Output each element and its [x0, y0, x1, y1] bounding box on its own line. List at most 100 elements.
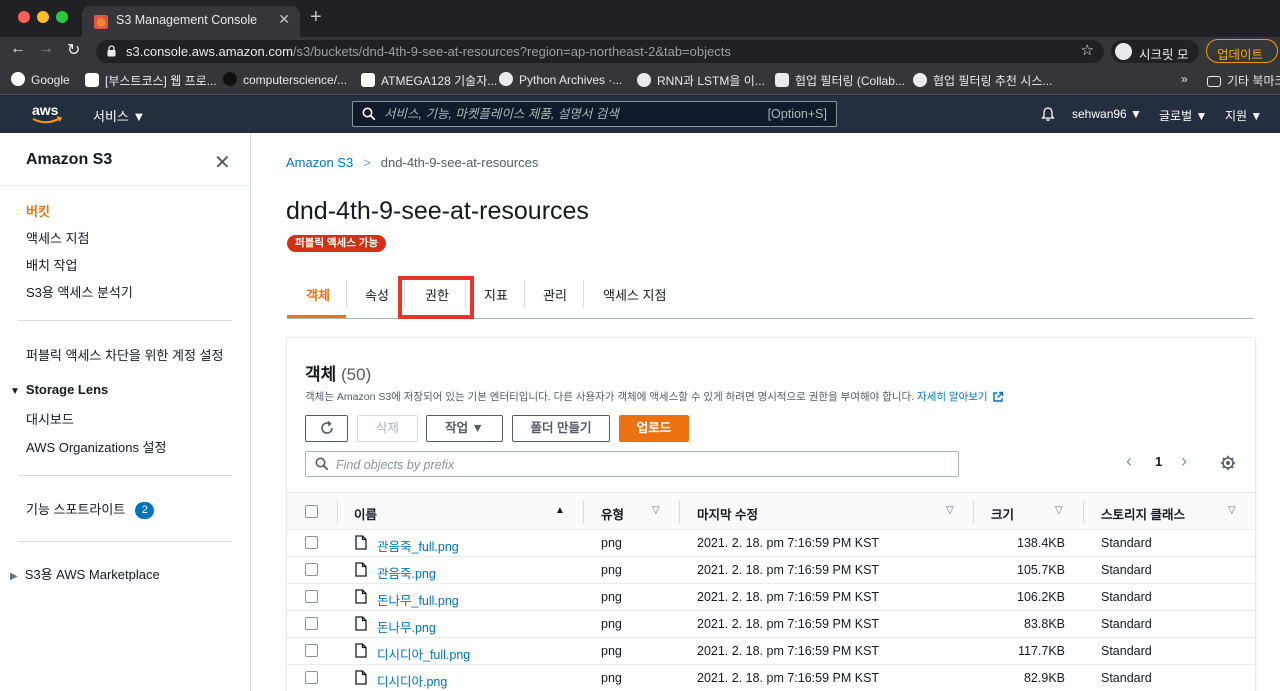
new-tab-icon[interactable]: + — [310, 6, 322, 29]
sidebar-section-storage-lens[interactable]: ▼ Storage Lens — [10, 382, 108, 397]
browser-tab-strip: S3 Management Console ✕ + — [0, 0, 1280, 37]
bookmarks-overflow-icon[interactable]: » — [1181, 72, 1188, 86]
bookmark-item[interactable]: [부스트코스] 웹 프로... — [85, 72, 217, 89]
row-checkbox[interactable] — [305, 563, 318, 576]
gear-icon[interactable] — [1220, 455, 1236, 471]
sort-icon[interactable]: ▽ — [652, 505, 660, 516]
close-window-button[interactable] — [18, 11, 30, 23]
d-icon — [775, 73, 789, 87]
object-name-link[interactable]: 돈나무.png — [377, 617, 436, 636]
object-name-link[interactable]: 관음죽.png — [377, 563, 436, 582]
forward-arrow-icon[interactable]: → — [38, 40, 54, 58]
delete-button[interactable]: 삭제 — [357, 415, 418, 442]
object-name-link[interactable]: 디시디아.png — [377, 671, 447, 690]
column-header-type[interactable]: 유형 — [601, 504, 624, 523]
aws-top-nav: aws 서비스 ▼ [Option+S] sehwan96 ▼ 글로벌 ▼ 지원… — [0, 95, 1280, 133]
object-name-link[interactable]: 관음죽_full.png — [377, 536, 459, 555]
support-menu[interactable]: 지원 ▼ — [1225, 107, 1262, 124]
table-row[interactable]: 돈나무_full.png png 2021. 2. 18. pm 7:16:59 P… — [287, 584, 1255, 611]
close-icon[interactable]: ✕ — [214, 150, 231, 175]
object-last-modified: 2021. 2. 18. pm 7:16:59 PM KST — [697, 671, 880, 685]
row-checkbox[interactable] — [305, 644, 318, 657]
sort-ascending-icon[interactable]: ▲ — [555, 505, 565, 516]
active-tab-indicator — [287, 315, 346, 318]
sidebar-item-feature-spotlight[interactable]: 기능 스포트라이트 2 — [26, 499, 155, 519]
maximize-window-button[interactable] — [56, 11, 68, 23]
bookmark-item[interactable]: ATMEGA128 기술자... — [361, 72, 497, 89]
sidebar-item-access-analyzer[interactable]: S3용 액세스 분석기 — [26, 282, 133, 301]
row-checkbox[interactable] — [305, 617, 318, 630]
reload-icon[interactable]: ↻ — [67, 40, 80, 60]
column-header-storage-class[interactable]: 스토리지 클래스 — [1101, 504, 1185, 523]
table-row[interactable]: 관음죽_full.png png 2021. 2. 18. pm 7:16:59 P… — [287, 530, 1255, 557]
region-menu[interactable]: 글로벌 ▼ — [1159, 107, 1207, 124]
tab-metrics[interactable]: 지표 — [484, 285, 508, 304]
learn-more-link[interactable]: 자세히 알아보기 — [917, 391, 988, 403]
chevron-right-icon[interactable]: › — [1181, 451, 1187, 472]
actions-button[interactable]: 작업 ▼ — [426, 415, 503, 442]
tab-access-points[interactable]: 액세스 지점 — [603, 285, 666, 304]
account-menu[interactable]: sehwan96 ▼ — [1072, 107, 1142, 121]
breadcrumb-link-s3[interactable]: Amazon S3 — [286, 155, 353, 170]
sort-icon[interactable]: ▽ — [946, 505, 954, 516]
sidebar-item-dashboards[interactable]: 대시보드 — [26, 409, 74, 428]
sidebar-item-block-public-access[interactable]: 퍼블릭 액세스 차단을 위한 계정 설정 — [26, 345, 223, 364]
services-menu[interactable]: 서비스 ▼ — [93, 106, 145, 125]
object-last-modified: 2021. 2. 18. pm 7:16:59 PM KST — [697, 644, 880, 658]
row-checkbox[interactable] — [305, 671, 318, 684]
back-arrow-icon[interactable]: ← — [10, 40, 26, 58]
browser-tab[interactable]: S3 Management Console ✕ — [82, 6, 300, 37]
table-row[interactable]: 관음죽.png png 2021. 2. 18. pm 7:16:59 PM KST… — [287, 557, 1255, 584]
bookmark-item[interactable]: computerscience/... — [223, 72, 347, 87]
refresh-button[interactable] — [305, 415, 348, 442]
bookmark-star-icon[interactable]: ☆ — [1081, 41, 1094, 59]
column-header-last-modified[interactable]: 마지막 수정 — [697, 504, 758, 523]
sidebar-item-batch-operations[interactable]: 배치 작업 — [26, 255, 77, 274]
url-field[interactable]: s3.console.aws.amazon.com/s3/buckets/dnd… — [96, 40, 1104, 63]
bell-icon[interactable] — [1040, 106, 1056, 122]
bookmark-item[interactable]: Python Archives ·... — [499, 72, 622, 87]
table-row[interactable]: 디시디아.png png 2021. 2. 18. pm 7:16:59 PM KS… — [287, 665, 1255, 691]
bookmark-item[interactable]: RNN과 LSTM을 이... — [637, 72, 765, 89]
mc-icon — [361, 73, 375, 87]
sort-icon[interactable]: ▽ — [1228, 505, 1236, 516]
sidebar-item-access-points[interactable]: 액세스 지점 — [26, 228, 89, 247]
console-search-input[interactable] — [384, 105, 754, 123]
sort-icon[interactable]: ▽ — [1055, 505, 1063, 516]
create-folder-button[interactable]: 폴더 만들기 — [512, 415, 610, 442]
other-bookmarks[interactable]: 기타 북마크 — [1207, 72, 1280, 89]
aws-logo-icon[interactable]: aws — [31, 101, 63, 127]
table-row[interactable]: 돈나무.png png 2021. 2. 18. pm 7:16:59 PM KST… — [287, 611, 1255, 638]
bookmark-item[interactable]: 협업 필터링 (Collab... — [775, 72, 905, 89]
tab-properties[interactable]: 속성 — [365, 285, 389, 304]
update-label: 업데이트 — [1217, 48, 1264, 62]
tab-management[interactable]: 관리 — [543, 285, 567, 304]
table-row[interactable]: 디시디아_full.png png 2021. 2. 18. pm 7:16:59 … — [287, 638, 1255, 665]
caret-down-icon: ▼ — [10, 386, 20, 397]
row-checkbox[interactable] — [305, 536, 318, 549]
bookmark-item[interactable]: Google — [11, 72, 70, 87]
object-last-modified: 2021. 2. 18. pm 7:16:59 PM KST — [697, 563, 880, 577]
upload-button[interactable]: 업로드 — [619, 415, 689, 442]
minimize-window-button[interactable] — [37, 11, 49, 23]
object-name-link[interactable]: 돈나무_full.png — [377, 590, 459, 609]
page-number[interactable]: 1 — [1155, 454, 1162, 469]
prefix-filter-input[interactable] — [336, 456, 936, 473]
tab-objects[interactable]: 객체 — [306, 285, 330, 304]
object-name-link[interactable]: 디시디아_full.png — [377, 644, 470, 663]
console-search[interactable]: [Option+S] — [352, 101, 837, 127]
column-header-name[interactable]: 이름 — [354, 504, 377, 523]
row-checkbox[interactable] — [305, 590, 318, 603]
column-header-size[interactable]: 크기 — [991, 504, 1014, 523]
sidebar-item-marketplace[interactable]: ▶ S3용 AWS Marketplace — [10, 564, 160, 583]
select-all-checkbox[interactable] — [305, 505, 318, 518]
update-button[interactable]: 업데이트 ⋮ — [1206, 39, 1278, 78]
sidebar-item-organizations-settings[interactable]: AWS Organizations 설정 — [26, 437, 166, 456]
close-tab-icon[interactable]: ✕ — [278, 11, 290, 28]
bookmark-item[interactable]: 협업 필터링 추천 시스... — [913, 72, 1052, 89]
chevron-left-icon[interactable]: ‹ — [1126, 451, 1132, 472]
prefix-filter[interactable] — [305, 451, 959, 477]
file-icon — [355, 670, 367, 685]
incognito-indicator[interactable]: 시크릿 모드 — [1111, 40, 1199, 81]
sidebar-item-buckets[interactable]: 버킷 — [26, 201, 50, 220]
